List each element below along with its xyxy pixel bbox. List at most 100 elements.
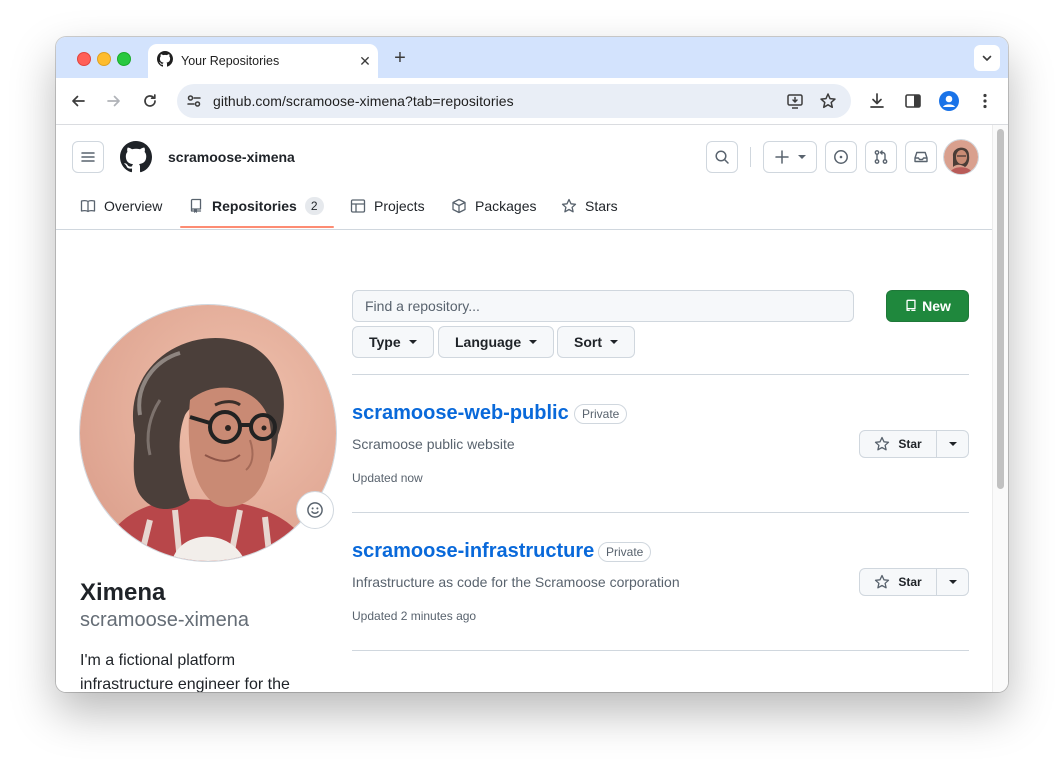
search-icon bbox=[715, 150, 729, 164]
tab-projects-label: Projects bbox=[374, 198, 425, 214]
table-icon bbox=[350, 199, 366, 213]
issues-button[interactable] bbox=[825, 141, 857, 173]
close-tab-icon[interactable]: ✕ bbox=[352, 53, 378, 70]
new-button-label: New bbox=[922, 298, 951, 314]
tab-search-button[interactable] bbox=[974, 45, 1000, 71]
caret-down-icon bbox=[948, 580, 957, 584]
download-icon bbox=[870, 93, 884, 108]
caret-down-icon bbox=[948, 442, 957, 446]
browser-toolbar: github.com/scramoose-ximena?tab=reposito… bbox=[56, 78, 1008, 125]
reload-button[interactable] bbox=[139, 90, 161, 112]
repo-description: Infrastructure as code for the Scramoose… bbox=[352, 574, 680, 590]
site-settings-icon[interactable] bbox=[186, 93, 202, 114]
issue-opened-icon bbox=[834, 150, 848, 164]
plus-icon bbox=[775, 150, 789, 164]
reload-icon bbox=[144, 94, 156, 107]
star-button[interactable]: Star bbox=[860, 431, 937, 457]
user-avatar[interactable] bbox=[944, 140, 978, 174]
tab-overview-label: Overview bbox=[104, 198, 163, 214]
repositories-count-badge: 2 bbox=[304, 197, 324, 215]
browser-tab-active[interactable]: Your Repositories ✕ bbox=[148, 44, 378, 78]
downloads-button[interactable] bbox=[866, 90, 888, 112]
tab-packages[interactable]: Packages bbox=[451, 195, 536, 217]
star-list-dropdown[interactable] bbox=[937, 431, 968, 457]
pull-requests-button[interactable] bbox=[865, 141, 897, 173]
star-button-label: Star bbox=[898, 437, 922, 451]
list-divider bbox=[352, 374, 969, 375]
arrow-left-icon bbox=[72, 95, 85, 107]
tab-projects[interactable]: Projects bbox=[350, 195, 425, 217]
profile-bio: I'm a fictional platform infrastructure … bbox=[80, 652, 290, 692]
sort-filter-label: Sort bbox=[574, 334, 602, 350]
star-icon bbox=[875, 436, 890, 451]
url-host: github.com bbox=[213, 93, 282, 109]
caret-down-icon bbox=[798, 155, 806, 159]
list-divider bbox=[352, 650, 969, 651]
hamburger-icon bbox=[81, 152, 95, 162]
git-pull-request-icon bbox=[874, 150, 888, 164]
profile-avatar[interactable] bbox=[80, 305, 336, 561]
repo-icon bbox=[906, 299, 916, 312]
inbox-button[interactable] bbox=[905, 141, 937, 173]
star-icon bbox=[561, 198, 577, 213]
type-filter-label: Type bbox=[369, 334, 401, 350]
bookmark-star-icon[interactable] bbox=[819, 92, 837, 115]
type-filter-button[interactable]: Type bbox=[352, 326, 434, 358]
list-divider bbox=[352, 512, 969, 513]
star-list-dropdown[interactable] bbox=[937, 569, 968, 595]
tab-stars[interactable]: Stars bbox=[561, 195, 618, 217]
url-path: /scramoose-ximena?tab=repositories bbox=[281, 93, 514, 109]
tab-packages-label: Packages bbox=[475, 198, 537, 214]
fullscreen-window-button[interactable] bbox=[117, 52, 131, 66]
sort-filter-button[interactable]: Sort bbox=[557, 326, 635, 358]
browser-menu-button[interactable] bbox=[974, 90, 996, 112]
star-button[interactable]: Star bbox=[860, 569, 937, 595]
install-app-icon[interactable] bbox=[786, 92, 804, 115]
profile-avatar-icon bbox=[939, 91, 959, 111]
tab-repositories[interactable]: Repositories 2 bbox=[188, 195, 324, 217]
inbox-icon bbox=[914, 151, 928, 163]
arrow-right-icon bbox=[107, 95, 120, 107]
smiley-icon bbox=[307, 502, 323, 518]
tab-overview[interactable]: Overview bbox=[80, 195, 162, 217]
github-page: scramoose-ximena Overview Repositories 2… bbox=[56, 125, 993, 692]
caret-down-icon bbox=[610, 340, 618, 344]
star-button-group: Star bbox=[859, 430, 969, 458]
chevron-down-icon bbox=[982, 55, 992, 61]
address-bar[interactable]: github.com/scramoose-ximena?tab=reposito… bbox=[177, 84, 851, 118]
github-favicon-icon bbox=[157, 50, 173, 72]
find-repository-input[interactable] bbox=[352, 290, 854, 322]
forward-button[interactable] bbox=[103, 90, 125, 112]
url-text[interactable]: github.com/scramoose-ximena?tab=reposito… bbox=[213, 93, 514, 109]
star-button-label: Star bbox=[898, 575, 922, 589]
header-username-link[interactable]: scramoose-ximena bbox=[168, 149, 295, 165]
profile-name: Ximena bbox=[80, 579, 166, 606]
language-filter-button[interactable]: Language bbox=[438, 326, 555, 358]
caret-down-icon bbox=[408, 340, 417, 344]
plus-icon: + bbox=[394, 47, 406, 69]
scrollbar-thumb[interactable] bbox=[997, 129, 1004, 489]
repo-updated-time: Updated now bbox=[352, 471, 423, 485]
profile-button[interactable] bbox=[938, 90, 960, 112]
header-divider bbox=[750, 147, 751, 167]
package-icon bbox=[452, 198, 466, 214]
more-vertical-icon bbox=[983, 93, 987, 109]
github-logo-icon[interactable] bbox=[120, 141, 152, 178]
search-button[interactable] bbox=[706, 141, 738, 173]
close-window-button[interactable] bbox=[77, 52, 91, 66]
visibility-badge: Private bbox=[598, 542, 652, 562]
tab-strip: Your Repositories ✕ + bbox=[56, 37, 1008, 78]
minimize-window-button[interactable] bbox=[97, 52, 111, 66]
visibility-badge: Private bbox=[574, 404, 628, 424]
side-panel-button[interactable] bbox=[902, 90, 924, 112]
repo-name-link[interactable]: scramoose-infrastructure bbox=[352, 540, 594, 563]
new-tab-button[interactable]: + bbox=[389, 47, 411, 69]
back-button[interactable] bbox=[67, 90, 89, 112]
new-repository-button[interactable]: New bbox=[886, 290, 969, 322]
page-scrollbar[interactable] bbox=[992, 125, 1008, 692]
set-status-button[interactable] bbox=[296, 491, 334, 529]
global-nav-menu-button[interactable] bbox=[72, 141, 104, 173]
star-icon bbox=[875, 574, 890, 589]
create-new-button[interactable] bbox=[763, 141, 817, 173]
repo-name-link[interactable]: scramoose-web-public bbox=[352, 402, 569, 425]
